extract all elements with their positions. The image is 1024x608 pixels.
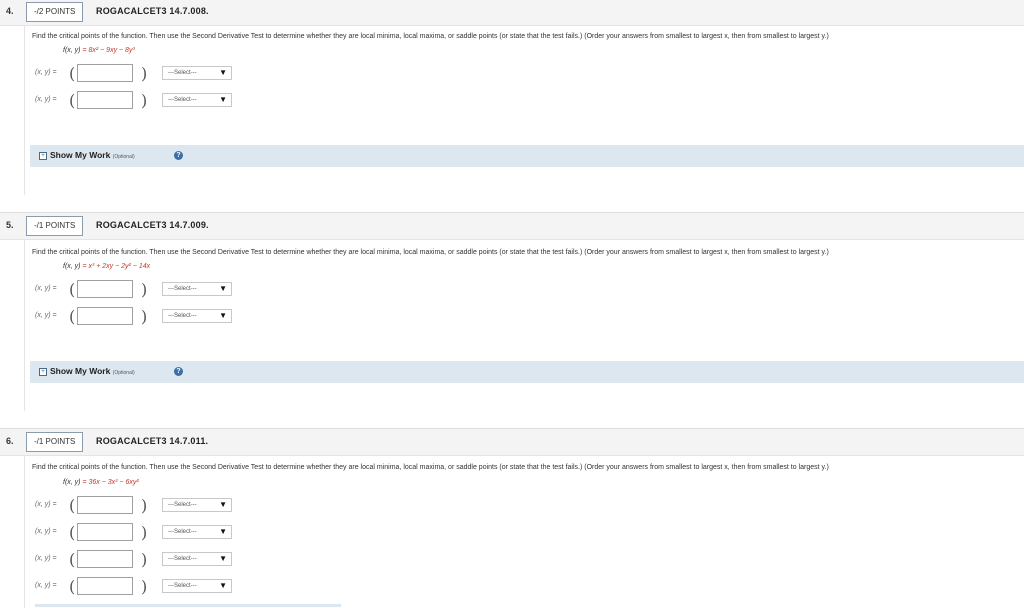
close-paren: ) (141, 64, 148, 83)
select-value: ---Select--- (168, 556, 197, 562)
answer-label: (x, y) = (35, 501, 57, 508)
optional-tag: (Optional) (112, 154, 135, 160)
classification-select[interactable]: ---Select--- ▼ (162, 579, 232, 593)
select-value: ---Select--- (168, 97, 197, 103)
triangle-down-icon: ▼ (219, 500, 227, 509)
help-circle-icon[interactable]: ? (174, 151, 183, 160)
triangle-down-icon: ▼ (219, 311, 227, 320)
question-5-header: 5. -/1 POINTS ROGACALCET3 14.7.009. (0, 212, 1024, 240)
select-value: ---Select--- (168, 286, 197, 292)
triangle-down-icon: ▼ (219, 95, 227, 104)
question-number: 5. (6, 220, 14, 230)
classification-select[interactable]: ---Select--- ▼ (162, 525, 232, 539)
question-code: ROGACALCET3 14.7.011. (96, 436, 209, 446)
question-6-header: 6. -/1 POINTS ROGACALCET3 14.7.011. (0, 428, 1024, 456)
answer-input[interactable] (77, 550, 133, 568)
answer-label: (x, y) = (35, 285, 57, 292)
close-paren: ) (141, 307, 148, 326)
triangle-down-icon: ▼ (219, 527, 227, 536)
question-4-header: 4. -/2 POINTS ROGACALCET3 14.7.008. (0, 0, 1024, 26)
help-circle-icon[interactable]: ? (174, 367, 183, 376)
open-paren: ( (69, 550, 76, 569)
answer-input[interactable] (77, 91, 133, 109)
open-paren: ( (69, 577, 76, 596)
answer-label: (x, y) = (35, 69, 57, 76)
close-paren: ) (141, 280, 148, 299)
triangle-down-icon: ▼ (219, 581, 227, 590)
question-code: ROGACALCET3 14.7.008. (96, 6, 209, 16)
show-my-work-label[interactable]: Show My Work (Optional) (50, 150, 135, 160)
question-number: 6. (6, 436, 14, 446)
formula-rhs: x³ + 2xy − 2y² − 14x (88, 263, 151, 270)
points-badge: -/2 POINTS (26, 2, 84, 22)
formula-lhs: f(x, y) (63, 263, 81, 270)
classification-select[interactable]: ---Select--- ▼ (162, 66, 232, 80)
select-value: ---Select--- (168, 502, 197, 508)
select-value: ---Select--- (168, 313, 197, 319)
select-value: ---Select--- (168, 70, 197, 76)
question-number: 4. (6, 6, 14, 16)
question-prompt: Find the critical points of the function… (32, 249, 829, 256)
open-paren: ( (69, 91, 76, 110)
classification-select[interactable]: ---Select--- ▼ (162, 552, 232, 566)
open-paren: ( (69, 496, 76, 515)
select-value: ---Select--- (168, 583, 197, 589)
question-code: ROGACALCET3 14.7.009. (96, 220, 209, 230)
answer-input[interactable] (77, 280, 133, 298)
show-my-work-panel[interactable]: + Show My Work (Optional) ? (30, 145, 1024, 167)
answer-label: (x, y) = (35, 312, 57, 319)
classification-select[interactable]: ---Select--- ▼ (162, 498, 232, 512)
classification-select[interactable]: ---Select--- ▼ (162, 309, 232, 323)
open-paren: ( (69, 64, 76, 83)
question-prompt: Find the critical points of the function… (32, 33, 829, 40)
triangle-down-icon: ▼ (219, 284, 227, 293)
question-gutter (24, 239, 25, 411)
show-my-work-panel[interactable]: + Show My Work (Optional) ? (30, 361, 1024, 383)
answer-label: (x, y) = (35, 528, 57, 535)
close-paren: ) (141, 577, 148, 596)
points-badge: -/1 POINTS (26, 432, 84, 452)
answer-label: (x, y) = (35, 582, 57, 589)
select-value: ---Select--- (168, 529, 197, 535)
triangle-down-icon: ▼ (219, 554, 227, 563)
close-paren: ) (141, 91, 148, 110)
close-paren: ) (141, 496, 148, 515)
answer-label: (x, y) = (35, 96, 57, 103)
formula-lhs: f(x, y) (63, 47, 81, 54)
question-formula: f(x, y) = x³ + 2xy − 2y² − 14x (63, 263, 150, 270)
open-paren: ( (69, 523, 76, 542)
answer-input[interactable] (77, 307, 133, 325)
question-gutter (24, 25, 25, 195)
formula-rhs: 36x − 3x³ − 6xy² (88, 479, 139, 486)
show-my-work-label[interactable]: Show My Work (Optional) (50, 366, 135, 376)
answer-input[interactable] (77, 523, 133, 541)
answer-label: (x, y) = (35, 555, 57, 562)
answer-input[interactable] (77, 64, 133, 82)
close-paren: ) (141, 550, 148, 569)
plus-box-icon[interactable]: + (39, 152, 47, 160)
show-my-work-panel-edge (35, 604, 341, 607)
triangle-down-icon: ▼ (219, 68, 227, 77)
question-formula: f(x, y) = 36x − 3x³ − 6xy² (63, 479, 139, 486)
open-paren: ( (69, 307, 76, 326)
answer-input[interactable] (77, 577, 133, 595)
classification-select[interactable]: ---Select--- ▼ (162, 282, 232, 296)
points-badge: -/1 POINTS (26, 216, 84, 236)
formula-rhs: 8x² − 9xy − 8y³ (88, 47, 135, 54)
question-prompt: Find the critical points of the function… (32, 464, 829, 471)
close-paren: ) (141, 523, 148, 542)
optional-tag: (Optional) (112, 370, 135, 376)
open-paren: ( (69, 280, 76, 299)
show-my-work-text: Show My Work (50, 150, 111, 160)
question-gutter (24, 455, 25, 608)
formula-lhs: f(x, y) (63, 479, 81, 486)
plus-box-icon[interactable]: + (39, 368, 47, 376)
classification-select[interactable]: ---Select--- ▼ (162, 93, 232, 107)
show-my-work-text: Show My Work (50, 366, 111, 376)
question-formula: f(x, y) = 8x² − 9xy − 8y³ (63, 47, 135, 54)
answer-input[interactable] (77, 496, 133, 514)
